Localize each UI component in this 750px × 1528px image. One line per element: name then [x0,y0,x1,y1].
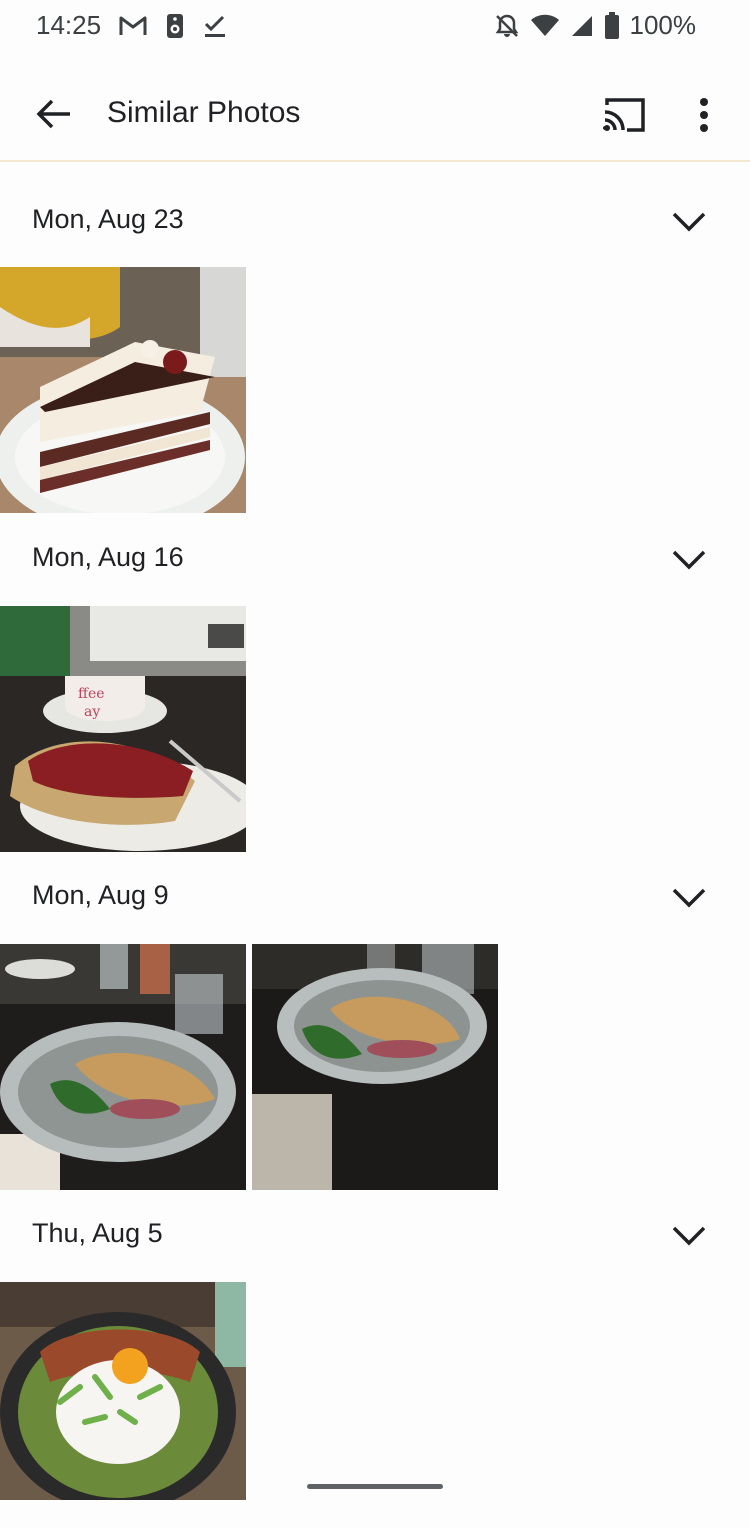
date-section-header: Thu, Aug 5 [0,1196,750,1276]
plum-cake-coffee-photo[interactable]: ffee ay [0,606,246,852]
date-section-header: Mon, Aug 16 [0,520,750,600]
home-indicator[interactable] [307,1484,443,1489]
expand-section-button[interactable] [666,202,712,242]
app-bar: Similar Photos [0,64,750,162]
date-section-header: Mon, Aug 9 [0,858,750,938]
chevron-down-icon [672,550,706,570]
chevron-down-icon [672,1226,706,1246]
date-section-header: Mon, Aug 23 [0,182,750,262]
section-date: Thu, Aug 5 [32,1218,163,1248]
gmail-icon [119,15,147,37]
cake-photo[interactable] [0,267,246,513]
battery-icon [604,11,620,40]
chevron-down-icon [672,888,706,908]
signal-icon [570,14,594,38]
status-bar: 14:25 100% [0,0,750,56]
section-date: Mon, Aug 9 [32,880,169,910]
svg-text:ffee: ffee [78,686,105,702]
speaker-icon [165,13,185,39]
battery-percent: 100% [629,10,697,40]
expand-section-button[interactable] [666,540,712,580]
chevron-down-icon [672,212,706,232]
more-options-button[interactable] [684,90,724,140]
svg-text:ay: ay [84,704,100,720]
fish-plate-photo-2[interactable] [252,944,498,1190]
section-date: Mon, Aug 16 [32,542,184,572]
cast-button[interactable] [596,90,652,140]
status-time: 14:25 [36,10,102,40]
fish-plate-photo-1[interactable] [0,944,246,1190]
section-date: Mon, Aug 23 [32,204,184,234]
cast-icon [603,98,645,132]
egg-bowl-photo[interactable] [0,1282,246,1528]
wifi-icon [530,14,560,38]
notifications-off-icon [494,13,520,39]
page-title: Similar Photos [107,96,301,129]
back-arrow-icon [36,99,70,129]
task-done-icon [203,14,227,38]
expand-section-button[interactable] [666,1216,712,1256]
expand-section-button[interactable] [666,878,712,918]
back-button[interactable] [26,86,82,142]
more-vert-icon [700,98,708,132]
